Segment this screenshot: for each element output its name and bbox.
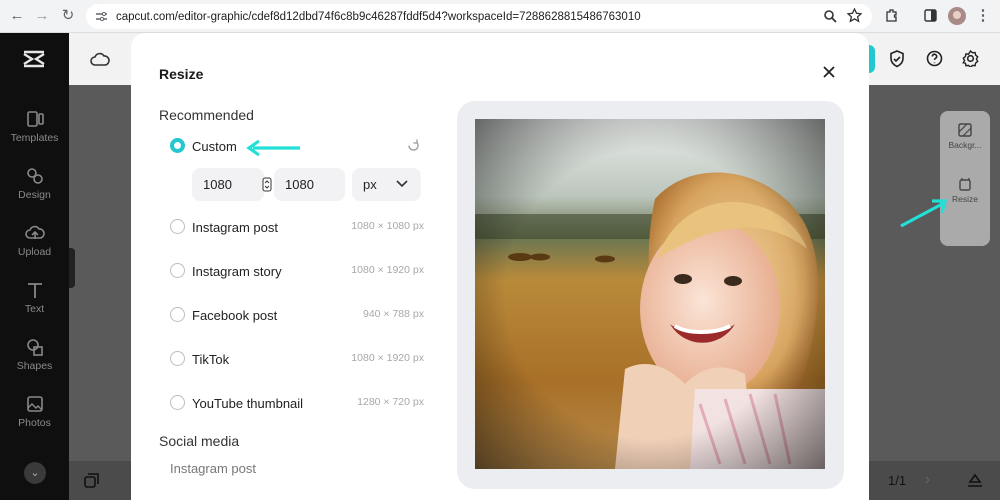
pages-panel-icon[interactable] [967, 472, 983, 488]
lock-aspect-ratio-icon[interactable] [262, 177, 272, 192]
width-input[interactable]: 1080 [192, 168, 264, 201]
extensions-icon[interactable] [884, 8, 899, 23]
reset-icon[interactable] [406, 138, 421, 153]
back-icon[interactable]: ← [6, 5, 28, 27]
preset-label: Instagram post [192, 220, 278, 235]
browser-toolbar: ← → ↻ capcut.com/editor-graphic/cdef8d12… [0, 0, 1000, 33]
site-settings-icon[interactable] [95, 10, 108, 23]
resize-icon [959, 178, 971, 191]
shapes-icon [26, 339, 43, 356]
unit-value: px [363, 177, 377, 192]
recommended-heading: Recommended [159, 107, 254, 123]
resize-tool-label: Resize [952, 194, 978, 204]
annotation-arrow-resize [900, 199, 948, 228]
sidebar-item-upload[interactable]: Upload [0, 224, 69, 258]
custom-label: Custom [192, 139, 237, 154]
width-value: 1080 [203, 177, 232, 192]
design-preview-image [475, 119, 825, 469]
preset-size: 1280 × 720 px [357, 396, 424, 408]
capcut-logo-icon[interactable] [22, 50, 46, 68]
preset-size: 1080 × 1920 px [351, 352, 424, 364]
bookmark-star-icon[interactable] [847, 8, 862, 23]
sidebar-item-label: Templates [10, 132, 59, 144]
custom-radio[interactable] [170, 138, 185, 153]
preset-size: 1080 × 1920 px [351, 264, 424, 276]
sidebar-item-label: Shapes [16, 360, 53, 372]
profile-avatar[interactable] [948, 7, 966, 25]
height-value: 1080 [285, 177, 314, 192]
preset-radio-instagram-story[interactable] [170, 263, 185, 278]
background-icon [958, 123, 972, 137]
preset-label: Instagram story [192, 264, 282, 279]
cloud-save-icon[interactable] [90, 51, 110, 67]
collapse-chevron-icon[interactable]: ⌄ [24, 462, 46, 484]
address-bar[interactable]: capcut.com/editor-graphic/cdef8d12dbd74f… [86, 4, 872, 29]
zoom-icon[interactable] [823, 9, 837, 23]
preset-label: TikTok [192, 352, 230, 367]
preset-size: 1080 × 1080 px [351, 220, 424, 232]
panel-collapse-handle[interactable] [69, 248, 75, 288]
side-panel-icon[interactable] [924, 9, 937, 22]
text-icon [27, 283, 42, 298]
sidebar-item-label: Upload [17, 246, 52, 258]
sidebar-item-label: Photos [18, 417, 51, 429]
left-sidebar: Templates Design Upload Text Shapes Phot… [0, 33, 69, 500]
sidebar-item-text[interactable]: Text [0, 281, 69, 315]
resize-preview [457, 101, 844, 489]
sidebar-item-templates[interactable]: Templates [0, 110, 69, 144]
unit-select[interactable]: px [352, 168, 421, 201]
social-media-heading: Social media [159, 433, 240, 449]
templates-icon [26, 111, 44, 127]
height-input[interactable]: 1080 [274, 168, 345, 201]
layers-icon[interactable] [84, 473, 99, 488]
photos-icon [26, 396, 43, 412]
preset-radio-instagram-post[interactable] [170, 219, 185, 234]
dialog-title: Resize [159, 66, 204, 82]
preset-size: 940 × 788 px [362, 308, 424, 320]
sidebar-item-label: Design [18, 189, 51, 201]
shield-icon[interactable] [889, 50, 905, 68]
forward-icon[interactable]: → [31, 5, 53, 27]
preset-label: Facebook post [192, 308, 278, 323]
upload-icon [24, 225, 45, 239]
preset-radio-youtube-thumbnail[interactable] [170, 395, 185, 410]
sidebar-item-design[interactable]: Design [0, 167, 69, 201]
design-icon [26, 168, 43, 184]
settings-icon[interactable] [962, 50, 979, 67]
social-list-item[interactable]: Instagram post [170, 461, 256, 476]
url-text: capcut.com/editor-graphic/cdef8d12dbd74f… [116, 10, 641, 23]
reload-icon[interactable]: ↻ [57, 5, 79, 27]
sidebar-item-label: Text [24, 303, 45, 315]
background-tool-label: Backgr... [948, 140, 982, 150]
sidebar-item-photos[interactable]: Photos [0, 395, 69, 429]
background-tool[interactable]: Backgr... [940, 123, 990, 150]
resize-dialog: Resize Recommended Custom 1080 1080 px I… [131, 33, 869, 500]
next-page-icon[interactable]: › [925, 471, 930, 488]
more-menu-icon[interactable]: ⋮ [972, 5, 994, 27]
chevron-down-icon [396, 180, 408, 188]
help-icon[interactable] [926, 50, 943, 67]
page-counter: 1/1 [888, 473, 907, 488]
preset-radio-tiktok[interactable] [170, 351, 185, 366]
annotation-arrow-custom [246, 139, 300, 157]
preset-radio-facebook-post[interactable] [170, 307, 185, 322]
preset-label: YouTube thumbnail [192, 396, 304, 411]
sidebar-item-shapes[interactable]: Shapes [0, 338, 69, 372]
close-icon[interactable] [822, 65, 836, 79]
